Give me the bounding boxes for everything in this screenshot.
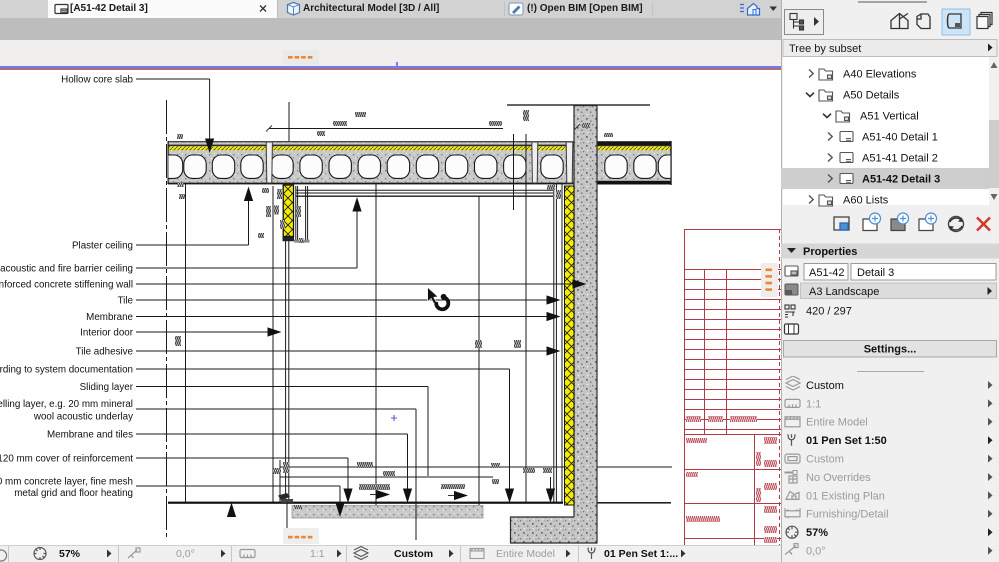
svg-text:Properties: Properties <box>803 246 857 258</box>
svg-text:57%: 57% <box>806 527 828 539</box>
svg-text:Entire Model: Entire Model <box>806 417 868 429</box>
svg-text:120 mm cover of reinforcement: 120 mm cover of reinforcement <box>0 453 133 464</box>
svg-text:Hollow core slab: Hollow core slab <box>61 74 133 85</box>
svg-text:A51-40 Detail 1: A51-40 Detail 1 <box>862 131 938 143</box>
svg-text:420 / 297: 420 / 297 <box>806 306 852 318</box>
svg-text:A50 Details: A50 Details <box>843 89 900 101</box>
svg-text:Settings...: Settings... <box>864 344 917 356</box>
svg-text:A3 Landscape: A3 Landscape <box>809 286 879 298</box>
svg-text:A40 Elevations: A40 Elevations <box>843 68 917 80</box>
svg-text:Detail 3: Detail 3 <box>857 267 894 279</box>
svg-text:Tile: Tile <box>118 295 134 306</box>
svg-text:A51 Vertical: A51 Vertical <box>860 110 919 122</box>
svg-text:A51-42: A51-42 <box>809 267 844 279</box>
svg-text:Plaster ceiling: Plaster ceiling <box>72 240 133 251</box>
svg-text:reinforced concrete stiffening: reinforced concrete stiffening wall <box>0 279 133 290</box>
svg-text:A51-41 Detail 2: A51-41 Detail 2 <box>862 152 938 164</box>
svg-text:0,0°: 0,0° <box>806 546 826 558</box>
svg-text:No Overrides: No Overrides <box>806 472 871 484</box>
svg-text:01 Existing Plan: 01 Existing Plan <box>806 490 885 502</box>
svg-text:A51-42 Detail 3: A51-42 Detail 3 <box>862 173 940 185</box>
svg-text:01 Pen Set 1:50: 01 Pen Set 1:50 <box>806 435 887 447</box>
svg-text:Tile adhesive: Tile adhesive <box>76 346 134 357</box>
svg-text:wool acoustic underlay: wool acoustic underlay <box>33 411 133 422</box>
svg-text:A60 Lists: A60 Lists <box>843 194 889 206</box>
svg-text:Furnishing/Detail: Furnishing/Detail <box>806 509 889 521</box>
svg-text:Tree by subset: Tree by subset <box>789 43 861 55</box>
svg-text:According to system documentat: According to system documentation <box>0 364 133 375</box>
svg-text:Levelling layer, e.g. 20 mm mi: Levelling layer, e.g. 20 mm mineral <box>0 399 133 410</box>
svg-text:Sliding layer: Sliding layer <box>80 382 134 393</box>
svg-text:1:1: 1:1 <box>806 398 821 410</box>
svg-text:metal grid and floor heating: metal grid and floor heating <box>14 488 133 499</box>
svg-text:70 mm concrete layer, fine mes: 70 mm concrete layer, fine mesh <box>0 476 133 487</box>
svg-text:Membrane and tiles: Membrane and tiles <box>47 429 133 440</box>
svg-text:Membrane: Membrane <box>86 312 133 323</box>
svg-text:Interior door: Interior door <box>80 327 134 338</box>
svg-text:acoustic and fire barrier ceil: acoustic and fire barrier ceiling <box>0 263 133 274</box>
svg-text:Custom: Custom <box>806 380 844 392</box>
svg-text:Custom: Custom <box>806 454 844 466</box>
